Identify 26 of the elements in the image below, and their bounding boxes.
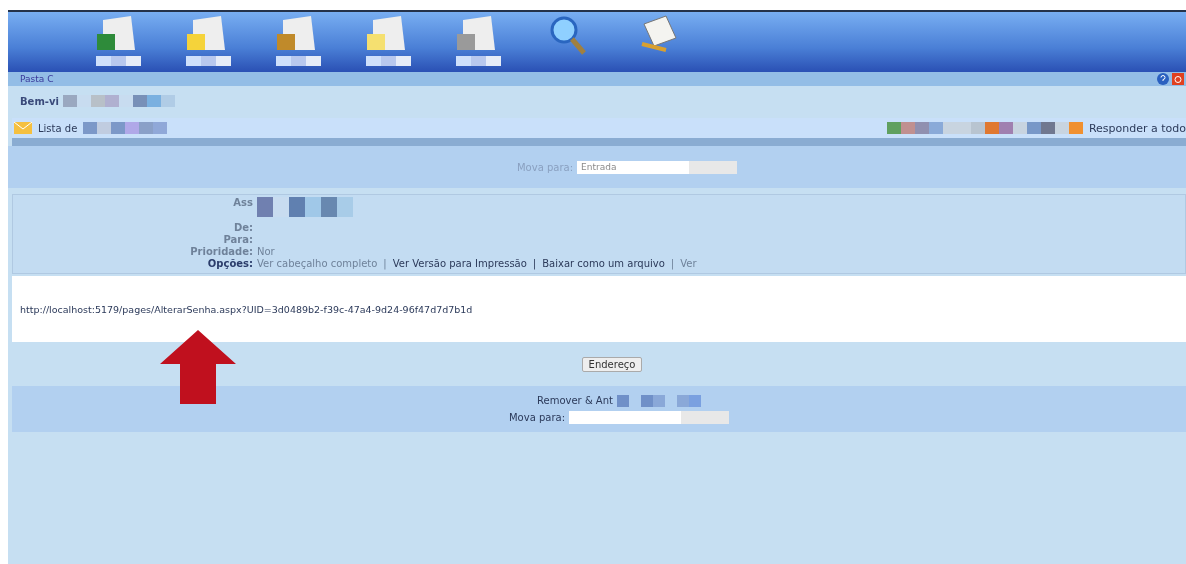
message-body: http://localhost:5179/pages/AlterarSenha.aspx?UID=3d0489b2-f39c-47a4-9d24-96f47d7d7b1d — [20, 303, 473, 315]
reply-all-link[interactable]: Responder a todo — [1088, 121, 1186, 135]
subject-label: Ass — [232, 197, 253, 208]
pixelated-block — [95, 56, 141, 66]
field-label: De: — [232, 221, 253, 233]
power-icon[interactable] — [1172, 73, 1184, 85]
pixelated-block — [275, 56, 321, 66]
option-link[interactable]: Baixar como um arquivo — [542, 257, 665, 269]
field-label: Opções: — [206, 257, 253, 269]
welcome-text: Bem-vi — [20, 95, 59, 107]
field-value: Nor — [257, 245, 275, 257]
envelope-icon — [14, 122, 32, 134]
address-button[interactable]: Endereço — [581, 356, 643, 372]
help-icon[interactable] — [1157, 73, 1169, 85]
option-link[interactable]: Ver Versão para Impressão — [392, 257, 527, 269]
field-label: Para: — [222, 233, 253, 245]
option-link[interactable]: | — [532, 257, 537, 269]
move-label: Mova para: — [508, 411, 566, 423]
folder-label: Pasta C — [20, 74, 54, 84]
pixelated-block — [365, 56, 411, 66]
pixelated-block — [185, 56, 231, 66]
message-title: Lista de — [38, 122, 78, 134]
remove-link[interactable]: Remover & Ant — [537, 395, 613, 406]
pixelated-block — [455, 56, 501, 66]
field-label: Prioridade: — [189, 245, 253, 257]
folder-select[interactable]: Entrada — [577, 160, 738, 174]
